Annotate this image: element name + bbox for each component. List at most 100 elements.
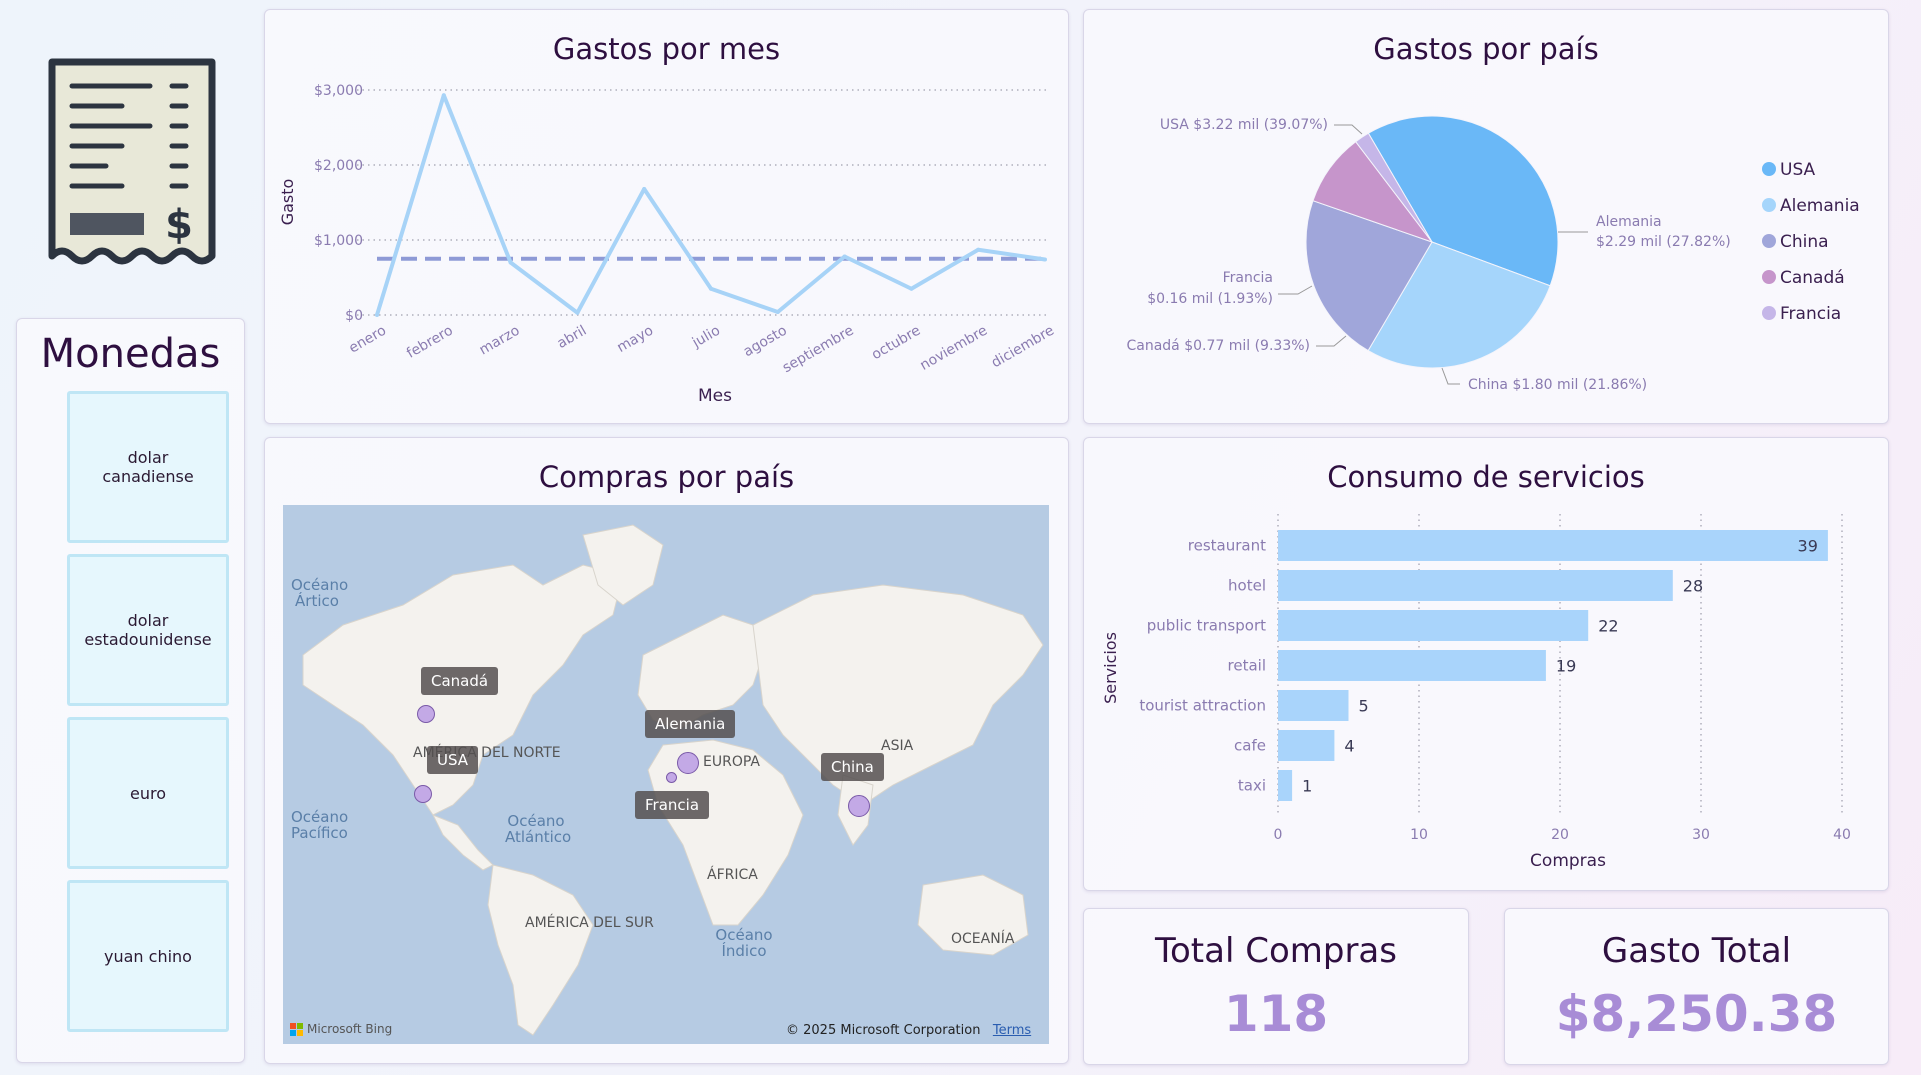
series-line [375,93,1046,316]
receipt-logo-icon: $ [46,56,218,271]
services-bar-chart[interactable]: 0 10 20 30 40 restaurant 39 hotel 28 public trans… [1084,438,1890,892]
pie-leader-line [1334,124,1363,135]
data-point [642,187,647,191]
pie-data-label: China $1.80 mil (21.86%) [1468,377,1647,393]
bar-data-label: 4 [1344,737,1354,756]
map-tooltip-canada: Canadá [421,667,499,695]
map-tooltip-germany: Alemania [645,710,736,738]
data-point [842,254,847,259]
data-point [1043,257,1047,262]
pie-leader-line [1316,335,1347,347]
x-tick-label: 10 [1410,827,1428,843]
y-tick-label: restaurant [1188,537,1266,555]
x-tick-label: 20 [1551,827,1569,843]
country-spend-pie-chart[interactable]: USA $3.22 mil (39.07%) Alemania $2.29 mil … [1084,10,1890,425]
asia-land [752,584,1044,806]
y-axis-label: Servicios [1101,632,1120,704]
x-tick-label: febrero [404,323,456,362]
continent-label-europe: EUROPA [703,754,760,770]
y-tick-label: taxi [1238,777,1266,795]
bar-restaurant [1278,530,1828,561]
ocean-label-pacific: Océano Pacífico [291,808,349,842]
slicer-title: Monedas [40,331,221,377]
x-tick-label: diciembre [989,323,1057,372]
currency-option-cad[interactable]: dolar canadiense [67,391,229,543]
data-point [441,93,446,98]
monthly-spend-line-chart[interactable]: $0 $1,000 $2,000 $3,000 Gasto Mes enero febrero… [265,10,1070,425]
y-tick-label: cafe [1234,737,1266,755]
total-spend-value: $8,250.38 [1555,985,1838,1043]
data-point [575,310,580,315]
legend-marker [1762,234,1776,248]
microsoft-logo-icon [290,1022,303,1036]
bar-data-label: 5 [1359,697,1369,716]
bing-logo: Microsoft Bing [290,1022,392,1036]
map-marker-canada[interactable] [417,705,435,723]
bing-label: Microsoft Bing [307,1022,393,1036]
map-marker-germany[interactable] [677,752,699,774]
bar-data-label: 1 [1302,777,1312,796]
x-tick-label: enero [346,323,389,357]
pie-data-label: Canadá $0.77 mil (9.33%) [1126,338,1310,354]
y-tick-label: $0 [345,308,363,324]
ocean-label-arctic: Océano Ártico [291,576,349,610]
data-point [375,313,379,317]
copyright-text: © 2025 Microsoft Corporation [786,1023,981,1038]
continent-label-south-america: AMÉRICA DEL SUR [525,915,654,931]
legend-label: Francia [1780,304,1841,324]
x-axis-label: Compras [1530,851,1606,871]
purchases-map-card: Compras por país Océano Ártico Océano Pa… [264,437,1069,1064]
y-tick-label: $3,000 [314,83,363,99]
total-spend-card: Gasto Total $8,250.38 [1504,908,1889,1065]
bar-hotel [1278,570,1673,601]
map-tooltip-france: Francia [635,791,710,819]
pie-data-label: $0.16 mil (1.93%) [1147,291,1273,307]
bar-taxi [1278,770,1293,801]
pie-data-label: USA $3.22 mil (39.07%) [1160,117,1328,133]
y-tick-label: $1,000 [314,233,363,249]
x-tick-label: noviembre [917,323,990,374]
map-marker-france[interactable] [666,772,677,783]
map-marker-china[interactable] [848,795,870,817]
map-tooltip-china: China [821,753,884,781]
data-point [976,247,981,252]
y-tick-label: tourist attraction [1139,697,1266,715]
bar-data-label: 19 [1556,657,1576,676]
x-tick-label: marzo [477,323,523,359]
y-tick-label: retail [1228,657,1266,675]
terms-link[interactable]: Terms [993,1023,1031,1038]
map-marker-usa[interactable] [414,785,432,803]
bar-data-label: 22 [1598,617,1618,636]
currency-option-eur[interactable]: euro [67,717,229,869]
legend-label: Alemania [1780,196,1860,216]
legend-marker [1762,306,1776,320]
x-tick-label: abril [555,323,590,352]
data-point [709,286,713,291]
data-point [775,310,780,314]
x-tick-label: agosto [741,323,790,361]
x-tick-label: mayo [614,323,656,356]
continent-label-africa: ÁFRICA [707,867,758,883]
legend-label: USA [1780,160,1816,180]
legend-marker [1762,270,1776,284]
map-copyright: © 2025 Microsoft Corporation Terms [786,1023,1031,1038]
monthly-spend-card: Gastos por mes $0 $1,000 $2,000 $3,000 Gasto… [264,9,1069,424]
currency-option-usd[interactable]: dolar estadounidense [67,554,229,706]
ocean-label-indian: Océano Índico [715,926,773,960]
map-tooltip-usa: USA [427,746,479,774]
continent-label-asia: ASIA [881,738,914,754]
legend-label: Canadá [1780,268,1845,288]
world-map[interactable]: Océano Ártico Océano Pacífico Océano Atl… [283,505,1049,1044]
bar-data-label: 28 [1683,577,1703,596]
currency-option-cny[interactable]: yuan chino [67,880,229,1032]
continent-label-oceania: OCEANÍA [951,931,1015,947]
services-consumption-card: Consumo de servicios 0 10 20 30 40 restaurant… [1083,437,1889,891]
data-point [508,260,513,265]
x-tick-label: septiembre [780,323,857,377]
y-axis-label: Gasto [278,179,297,226]
bar-public-transport [1278,610,1589,641]
y-tick-label: hotel [1228,577,1266,595]
total-purchases-card: Total Compras 118 [1083,908,1469,1065]
x-tick-label: julio [689,323,723,352]
y-tick-label: $2,000 [314,158,363,174]
